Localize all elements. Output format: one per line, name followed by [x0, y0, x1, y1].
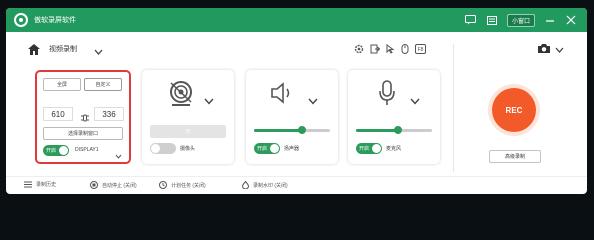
- app-title: 傲软录屏软件: [34, 17, 76, 24]
- app-logo-icon: [14, 13, 28, 27]
- svg-text:F8: F8: [418, 47, 424, 53]
- camera-label: 摄像头: [180, 146, 196, 152]
- chevron-down-icon[interactable]: [308, 92, 318, 110]
- slider-fill: [254, 129, 302, 132]
- export-icon[interactable]: [370, 41, 381, 59]
- list-icon: [24, 181, 32, 188]
- clock-icon: [159, 181, 167, 189]
- slider-knob[interactable]: [297, 126, 306, 134]
- display-label: DISPLAY1: [75, 147, 99, 153]
- settings-icon[interactable]: [354, 41, 364, 59]
- auto-stop-item[interactable]: 自动停止 (关闭): [90, 181, 137, 189]
- slider-knob[interactable]: [393, 126, 402, 134]
- camera-device-select[interactable]: 无: [150, 125, 226, 138]
- system-audio-card: 开启 扬声器: [246, 70, 338, 164]
- record-button[interactable]: REC: [492, 88, 536, 132]
- auto-stop-label: 自动停止 (关闭): [102, 182, 137, 189]
- menu-icon[interactable]: [486, 14, 498, 26]
- system-audio-toggle[interactable]: 开启: [254, 143, 280, 154]
- chevron-down-icon[interactable]: [94, 43, 103, 61]
- screen-toggle[interactable]: 开启: [43, 145, 69, 156]
- camera-card: 无 摄像头: [142, 70, 234, 164]
- cursor-icon[interactable]: [386, 41, 395, 59]
- slider-fill: [356, 129, 398, 132]
- app-window: 傲软录屏软件 小窗口 视频录制 F8 全屏 自定义 610 336 选择录制窗口…: [6, 8, 587, 194]
- home-icon[interactable]: [28, 42, 40, 60]
- select-window-button[interactable]: 选择录制窗口: [43, 127, 123, 140]
- width-input[interactable]: 610: [43, 107, 73, 121]
- microphone-card: 开启 麦克风: [348, 70, 440, 164]
- custom-area-button[interactable]: 自定义: [84, 78, 122, 91]
- advanced-record-button[interactable]: 高级录制: [489, 150, 541, 163]
- minimize-icon[interactable]: [544, 14, 556, 26]
- mouse-icon[interactable]: [401, 41, 409, 59]
- stop-icon: [90, 181, 98, 189]
- microphone-icon: [378, 80, 396, 111]
- schedule-item[interactable]: 计划任务 (关闭): [159, 181, 206, 189]
- recording-mode-label[interactable]: 视频录制: [49, 44, 77, 54]
- system-volume-slider[interactable]: [254, 126, 330, 134]
- watermark-item[interactable]: 录制水印 (关闭): [242, 181, 288, 189]
- footer-bar: 录制历史 自动停止 (关闭) 计划任务 (关闭) 录制水印 (关闭): [6, 176, 587, 194]
- chevron-down-icon[interactable]: [115, 146, 122, 164]
- hotkey-icon[interactable]: F8: [415, 41, 426, 59]
- chevron-down-icon[interactable]: [204, 92, 214, 110]
- droplet-icon: [242, 181, 249, 189]
- watermark-label: 录制水印 (关闭): [253, 182, 288, 189]
- mic-toggle[interactable]: 开启: [356, 143, 382, 154]
- fullscreen-button[interactable]: 全屏: [43, 78, 81, 91]
- divider: [453, 44, 454, 172]
- mic-label: 麦克风: [386, 146, 402, 152]
- screen-area-card: 全屏 自定义 610 336 选择录制窗口 开启 DISPLAY1: [35, 70, 131, 164]
- schedule-label: 计划任务 (关闭): [171, 182, 206, 189]
- chat-icon[interactable]: [465, 14, 477, 26]
- webcam-icon: [168, 80, 194, 113]
- system-audio-label: 扬声器: [284, 146, 300, 152]
- height-input[interactable]: 336: [94, 107, 124, 121]
- speaker-icon: [270, 82, 296, 109]
- history-label: 录制历史: [36, 182, 57, 188]
- aspect-lock-icon[interactable]: [80, 109, 90, 127]
- chevron-down-icon[interactable]: [410, 92, 420, 110]
- camera-icon[interactable]: [537, 41, 551, 59]
- mini-window-button[interactable]: 小窗口: [506, 13, 535, 27]
- title-bar: 傲软录屏软件 小窗口: [6, 8, 587, 32]
- toolbar: 视频录制 F8: [6, 38, 587, 58]
- chevron-down-icon[interactable]: [555, 41, 564, 59]
- close-icon[interactable]: [565, 14, 577, 26]
- camera-toggle[interactable]: [150, 143, 176, 154]
- mic-volume-slider[interactable]: [356, 126, 432, 134]
- history-item[interactable]: 录制历史: [24, 181, 56, 188]
